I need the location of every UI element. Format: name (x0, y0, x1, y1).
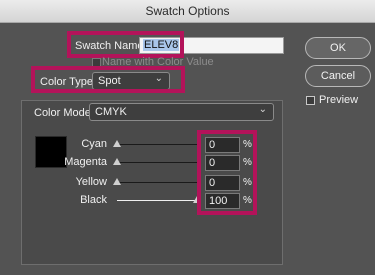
magenta-label: Magenta (64, 156, 107, 168)
swatch-name-highlight (67, 31, 184, 58)
chevron-down-icon: ⌄ (258, 104, 267, 115)
color-mode-select[interactable]: CMYK ⌄ (89, 103, 274, 121)
yellow-slider-track[interactable] (117, 182, 197, 183)
color-type-highlight (31, 66, 185, 93)
color-mode-value: CMYK (95, 106, 127, 118)
magenta-slider-thumb[interactable] (113, 158, 121, 165)
black-slider-track[interactable] (117, 200, 197, 201)
swatch-options-dialog: Swatch Options Swatch Name: ELEV8 Name w… (0, 0, 375, 275)
window-title: Swatch Options (145, 4, 230, 18)
black-label: Black (80, 194, 107, 206)
preview-label: Preview (319, 94, 359, 106)
magenta-slider-track[interactable] (117, 162, 197, 163)
cyan-slider-thumb[interactable] (113, 140, 121, 147)
ok-button[interactable]: OK (305, 37, 371, 59)
yellow-slider-thumb[interactable] (113, 178, 121, 185)
cancel-button[interactable]: Cancel (305, 65, 371, 87)
yellow-label: Yellow (75, 176, 107, 188)
cmyk-values-highlight (197, 130, 257, 215)
cyan-label: Cyan (81, 138, 107, 150)
color-mode-label: Color Mode: (34, 107, 94, 119)
preview-checkbox[interactable] (306, 96, 315, 105)
title-bar: Swatch Options (0, 0, 375, 23)
cyan-slider-track[interactable] (117, 144, 197, 145)
